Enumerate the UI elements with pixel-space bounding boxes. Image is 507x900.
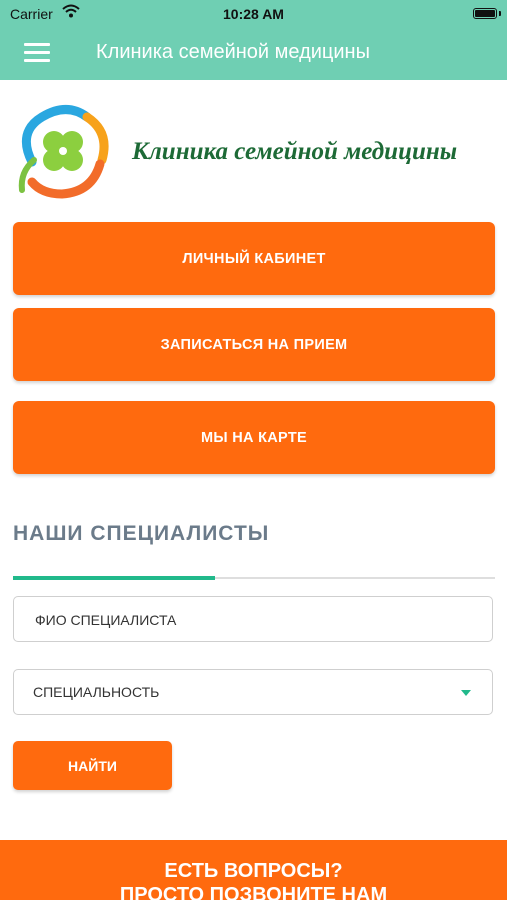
section-divider-accent — [13, 576, 215, 580]
nav-bar: Клиника семейной медицины — [0, 28, 507, 80]
clock: 10:28 AM — [223, 6, 284, 22]
logo-text: Клиника семейной медицины — [132, 138, 458, 165]
battery-tip — [499, 11, 501, 16]
call-banner-line1: ЕСТЬ ВОПРОСЫ? — [164, 860, 343, 882]
section-title-specialists: НАШИ СПЕЦИАЛИСТЫ — [13, 522, 270, 545]
call-banner-line2: ПРОСТО ПОЗВОНИТЕ НАМ — [119, 884, 388, 900]
status-bar: Carrier 10:28 AM — [0, 0, 507, 28]
clover-logo-icon — [18, 105, 109, 199]
specialist-name-field[interactable] — [13, 596, 493, 643]
specialty-select-value: СПЕЦИАЛЬНОСТЬ — [33, 684, 160, 700]
chevron-down-icon[interactable] — [461, 690, 471, 696]
map-button[interactable]: МЫ НА КАРТЕ — [13, 401, 495, 474]
personal-cabinet-button[interactable]: ЛИЧНЫЙ КАБИНЕТ — [13, 222, 495, 295]
specialty-select[interactable]: СПЕЦИАЛЬНОСТЬ — [13, 669, 493, 715]
find-button[interactable]: НАЙТИ — [13, 741, 172, 790]
battery-icon — [473, 8, 497, 19]
nav-title: Клиника семейной медицины — [96, 41, 370, 63]
specialist-name-input[interactable] — [33, 597, 467, 643]
clinic-logo: Клиника семейной медицины — [0, 80, 507, 210]
call-banner[interactable]: ЕСТЬ ВОПРОСЫ? ПРОСТО ПОЗВОНИТЕ НАМ — [0, 840, 507, 900]
book-appointment-button[interactable]: ЗАПИСАТЬСЯ НА ПРИЕМ — [13, 308, 495, 381]
hamburger-menu-icon[interactable] — [24, 41, 50, 65]
